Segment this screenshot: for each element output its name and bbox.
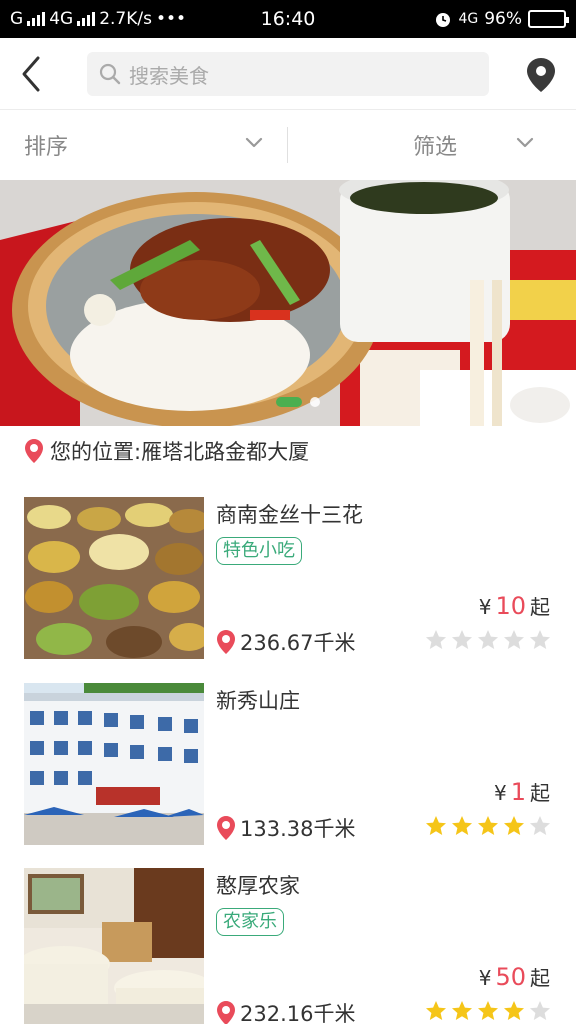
pagination-dot[interactable] <box>310 397 320 407</box>
network-label: 4G <box>458 11 479 27</box>
restaurant-thumbnail <box>24 497 204 659</box>
map-pin-icon <box>527 58 555 92</box>
map-pin-icon <box>217 630 235 654</box>
distance-value: 236.67千米 <box>240 631 356 655</box>
currency-symbol: ¥ <box>478 595 492 619</box>
banner-pagination <box>276 397 320 407</box>
chevron-down-icon <box>245 137 263 148</box>
chevron-left-icon <box>22 56 40 92</box>
banner-image <box>0 180 576 426</box>
restaurant-card[interactable]: 憨厚农家 农家乐 ¥ 50 起 232.16千米 <box>0 868 576 1024</box>
alarm-icon <box>436 13 451 27</box>
promo-banner[interactable] <box>0 180 576 426</box>
category-tag: 特色小吃 <box>216 537 302 565</box>
star-filled-icon <box>452 1001 472 1020</box>
distance-value: 232.16千米 <box>240 1002 356 1024</box>
sort-dropdown[interactable]: 排序 <box>24 111 264 179</box>
price-value: 10 <box>495 592 526 620</box>
star-rating <box>424 814 552 838</box>
star-filled-icon <box>478 1001 498 1020</box>
filter-label: 筛选 <box>413 135 458 160</box>
battery-icon <box>528 10 569 28</box>
distance: 232.16千米 <box>216 998 355 1024</box>
star-rating <box>424 999 552 1023</box>
star-filled-icon <box>426 1001 446 1020</box>
search-placeholder: 搜索美食 <box>129 63 209 88</box>
star-empty-icon <box>530 630 550 649</box>
star-filled-icon <box>504 1001 524 1020</box>
star-filled-icon <box>504 816 524 835</box>
location-text: 您的位置:雁塔北路金都大厦 <box>50 440 310 464</box>
star-empty-icon <box>478 630 498 649</box>
chevron-down-icon <box>516 137 534 148</box>
star-filled-icon <box>478 816 498 835</box>
price: ¥ 50 起 <box>479 962 550 991</box>
location-button[interactable] <box>524 56 558 94</box>
restaurant-card[interactable]: 新秀山庄 ¥ 1 起 133.38千米 <box>0 683 576 863</box>
map-pin-icon <box>217 816 235 840</box>
distance: 133.38千米 <box>216 813 355 843</box>
battery-level: 96% <box>484 9 522 29</box>
status-right: 4G 96% <box>434 9 569 29</box>
distance-value: 133.38千米 <box>240 817 356 841</box>
star-rating <box>424 628 552 652</box>
restaurant-name: 商南金丝十三花 <box>216 503 363 527</box>
price: ¥ 10 起 <box>479 591 550 620</box>
back-button[interactable] <box>16 52 50 96</box>
search-icon <box>99 63 121 85</box>
currency-symbol: ¥ <box>493 781 507 805</box>
status-bar: G 4G 2.7K/s ••• 16:40 4G 96% <box>0 0 576 38</box>
map-pin-icon <box>25 439 43 463</box>
star-empty-icon <box>504 630 524 649</box>
currency-symbol: ¥ <box>478 966 492 990</box>
current-location: 您的位置:雁塔北路金都大厦 <box>24 434 309 468</box>
star-empty-icon <box>452 630 472 649</box>
restaurant-thumbnail <box>24 683 204 845</box>
map-pin-icon <box>217 1001 235 1024</box>
filter-bar: 排序 筛选 <box>0 111 576 179</box>
top-nav: 搜索美食 <box>0 38 576 110</box>
search-input[interactable]: 搜索美食 <box>87 52 489 96</box>
restaurant-card[interactable]: 商南金丝十三花 特色小吃 ¥ 10 起 236.67千米 <box>0 497 576 677</box>
star-filled-icon <box>426 816 446 835</box>
filter-divider <box>287 127 288 163</box>
price-suffix: 起 <box>530 966 550 990</box>
price-value: 50 <box>495 963 526 991</box>
restaurant-name: 新秀山庄 <box>216 689 300 713</box>
star-empty-icon <box>530 1001 550 1020</box>
pagination-dot-active[interactable] <box>276 397 302 407</box>
price-suffix: 起 <box>530 595 550 619</box>
restaurant-thumbnail <box>24 868 204 1024</box>
sort-label: 排序 <box>24 135 69 160</box>
price-value: 1 <box>510 778 526 806</box>
category-tag: 农家乐 <box>216 908 284 936</box>
star-empty-icon <box>426 630 446 649</box>
price: ¥ 1 起 <box>494 777 550 806</box>
price-suffix: 起 <box>530 781 550 805</box>
star-filled-icon <box>452 816 472 835</box>
star-empty-icon <box>530 816 550 835</box>
restaurant-name: 憨厚农家 <box>216 874 300 898</box>
filter-dropdown[interactable]: 筛选 <box>413 111 563 179</box>
distance: 236.67千米 <box>216 627 355 657</box>
